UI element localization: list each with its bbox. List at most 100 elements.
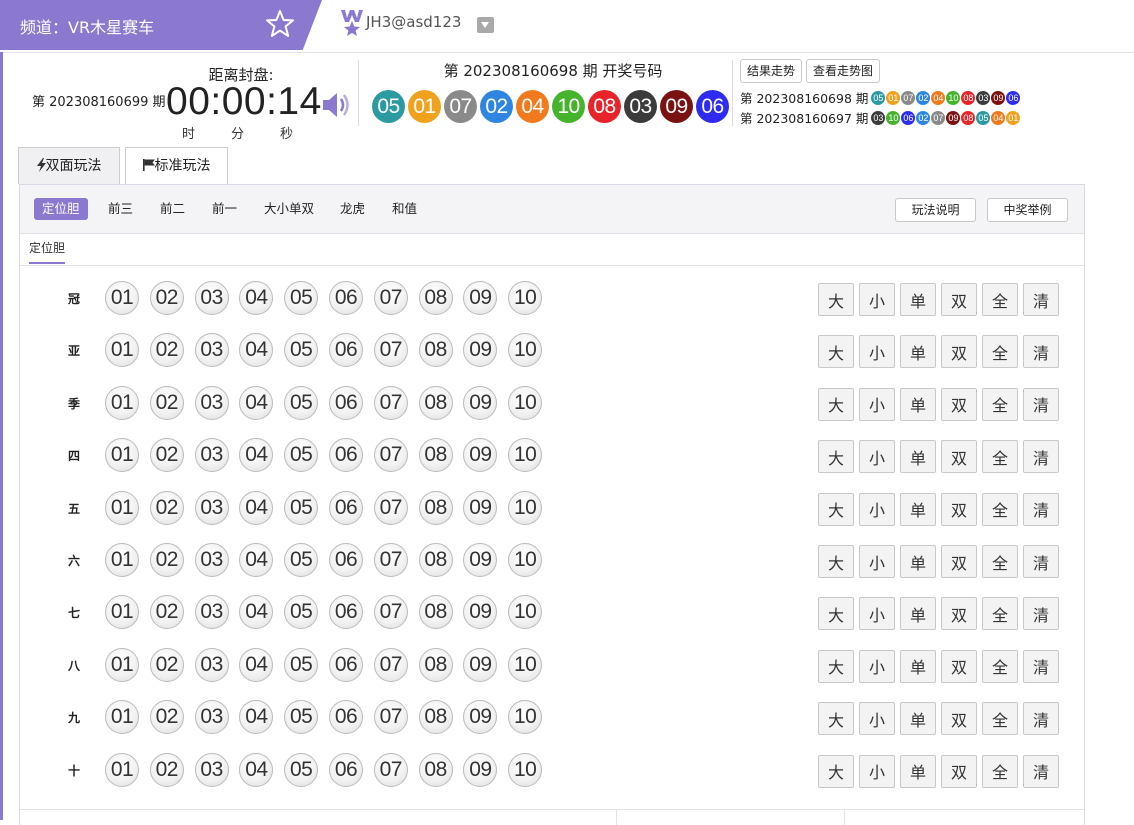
number-ball[interactable]: 06 <box>329 752 363 787</box>
quick-select-button[interactable]: 全 <box>982 335 1018 369</box>
quick-select-button[interactable]: 单 <box>900 492 936 526</box>
number-ball[interactable]: 08 <box>418 752 453 787</box>
quick-select-button[interactable]: 单 <box>900 283 936 316</box>
number-ball[interactable]: 05 <box>284 595 319 630</box>
number-ball[interactable]: 09 <box>463 647 498 682</box>
number-ball[interactable]: 04 <box>239 385 274 420</box>
number-ball[interactable]: 08 <box>418 700 453 735</box>
number-ball[interactable]: 01 <box>105 333 139 368</box>
number-ball[interactable]: 04 <box>239 647 274 682</box>
number-ball[interactable]: 10 <box>508 385 543 420</box>
quick-select-button[interactable]: 小 <box>859 597 895 631</box>
subnav-item-qianer[interactable]: 前二 <box>152 198 193 220</box>
number-ball[interactable]: 02 <box>149 281 184 315</box>
quick-select-button[interactable]: 单 <box>900 545 936 578</box>
quick-select-button[interactable]: 单 <box>900 649 936 683</box>
number-ball[interactable]: 03 <box>194 333 229 368</box>
quick-select-button[interactable]: 小 <box>859 649 895 683</box>
quick-select-button[interactable]: 双 <box>941 597 977 631</box>
number-ball[interactable]: 02 <box>149 490 184 525</box>
number-ball[interactable]: 10 <box>508 281 543 315</box>
number-ball[interactable]: 02 <box>149 385 184 420</box>
quick-select-button[interactable]: 清 <box>1023 649 1059 683</box>
number-ball[interactable]: 06 <box>329 438 363 473</box>
quick-select-button[interactable]: 小 <box>859 335 895 369</box>
number-ball[interactable]: 02 <box>149 752 184 787</box>
number-ball[interactable]: 09 <box>463 438 498 473</box>
number-ball[interactable]: 09 <box>463 595 498 630</box>
subnav-item-dingweidan[interactable]: 定位胆 <box>34 198 88 220</box>
quick-select-button[interactable]: 全 <box>982 754 1018 788</box>
quick-select-button[interactable]: 清 <box>1023 754 1059 788</box>
number-ball[interactable]: 01 <box>105 700 139 735</box>
number-ball[interactable]: 08 <box>418 595 453 630</box>
number-ball[interactable]: 10 <box>508 543 543 577</box>
number-ball[interactable]: 03 <box>194 438 229 473</box>
quick-select-button[interactable]: 大 <box>818 492 854 526</box>
number-ball[interactable]: 05 <box>284 385 319 420</box>
number-ball[interactable]: 10 <box>508 700 543 735</box>
quick-select-button[interactable]: 双 <box>941 335 977 369</box>
number-ball[interactable]: 09 <box>463 543 498 577</box>
number-ball[interactable]: 02 <box>149 333 184 368</box>
quick-select-button[interactable]: 清 <box>1023 597 1059 631</box>
quick-select-button[interactable]: 大 <box>818 754 854 788</box>
tab-standard[interactable]: 标准玩法 <box>125 147 228 185</box>
number-ball[interactable]: 04 <box>239 543 274 577</box>
chevron-down-icon[interactable] <box>477 17 494 33</box>
quick-select-button[interactable]: 全 <box>982 597 1018 631</box>
quick-select-button[interactable]: 双 <box>941 283 977 316</box>
quick-select-button[interactable]: 大 <box>818 387 854 421</box>
number-ball[interactable]: 05 <box>284 438 319 473</box>
number-ball[interactable]: 07 <box>373 385 408 420</box>
number-ball[interactable]: 06 <box>329 647 363 682</box>
quick-select-button[interactable]: 小 <box>859 754 895 788</box>
quick-select-button[interactable]: 双 <box>941 387 977 421</box>
number-ball[interactable]: 03 <box>194 281 229 315</box>
number-ball[interactable]: 01 <box>105 490 139 525</box>
quick-select-button[interactable]: 单 <box>900 754 936 788</box>
number-ball[interactable]: 10 <box>508 595 543 630</box>
quick-select-button[interactable]: 清 <box>1023 387 1059 421</box>
quick-select-button[interactable]: 双 <box>941 702 977 736</box>
quick-select-button[interactable]: 全 <box>982 283 1018 316</box>
number-ball[interactable]: 09 <box>463 333 498 368</box>
number-ball[interactable]: 04 <box>239 281 274 315</box>
number-ball[interactable]: 06 <box>329 700 363 735</box>
number-ball[interactable]: 07 <box>373 333 408 368</box>
quick-select-button[interactable]: 清 <box>1023 283 1059 316</box>
number-ball[interactable]: 09 <box>463 752 498 787</box>
quick-select-button[interactable]: 大 <box>818 702 854 736</box>
number-ball[interactable]: 10 <box>508 647 543 682</box>
quick-select-button[interactable]: 小 <box>859 492 895 526</box>
subnav-item-daxiaodanshuang[interactable]: 大小单双 <box>256 198 322 220</box>
quick-select-button[interactable]: 小 <box>859 702 895 736</box>
quick-select-button[interactable]: 全 <box>982 702 1018 736</box>
quick-select-button[interactable]: 单 <box>900 597 936 631</box>
number-ball[interactable]: 08 <box>418 333 453 368</box>
subnav-item-hezhi[interactable]: 和值 <box>384 198 425 220</box>
number-ball[interactable]: 08 <box>418 281 453 315</box>
quick-select-button[interactable]: 双 <box>941 545 977 578</box>
quick-select-button[interactable]: 单 <box>900 335 936 369</box>
number-ball[interactable]: 10 <box>508 490 543 525</box>
quick-select-button[interactable]: 小 <box>859 440 895 474</box>
quick-select-button[interactable]: 小 <box>859 283 895 316</box>
number-ball[interactable]: 03 <box>194 647 229 682</box>
number-ball[interactable]: 05 <box>284 333 319 368</box>
quick-select-button[interactable]: 清 <box>1023 440 1059 474</box>
number-ball[interactable]: 03 <box>194 595 229 630</box>
quick-select-button[interactable]: 双 <box>941 754 977 788</box>
number-ball[interactable]: 07 <box>373 647 408 682</box>
number-ball[interactable]: 03 <box>194 543 229 577</box>
number-ball[interactable]: 08 <box>418 385 453 420</box>
number-ball[interactable]: 02 <box>149 700 184 735</box>
number-ball[interactable]: 09 <box>463 490 498 525</box>
number-ball[interactable]: 07 <box>373 490 408 525</box>
quick-select-button[interactable]: 小 <box>859 545 895 578</box>
quick-select-button[interactable]: 清 <box>1023 545 1059 578</box>
number-ball[interactable]: 06 <box>329 595 363 630</box>
number-ball[interactable]: 02 <box>149 595 184 630</box>
number-ball[interactable]: 01 <box>105 281 139 315</box>
number-ball[interactable]: 07 <box>373 281 408 315</box>
